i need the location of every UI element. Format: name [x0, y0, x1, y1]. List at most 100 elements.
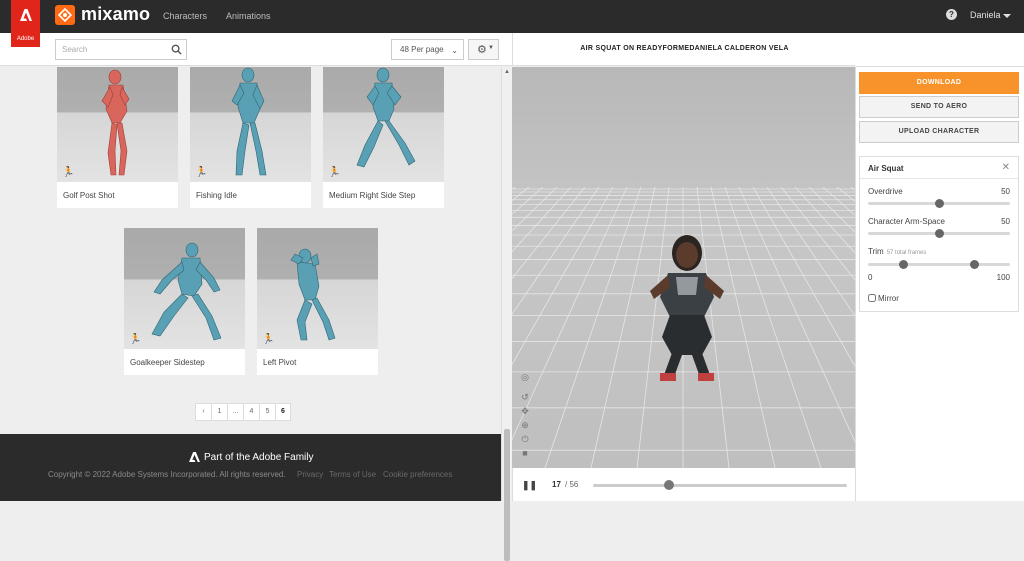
chevron-down-icon: ⌄ — [451, 46, 458, 55]
power-icon[interactable]: ⏻ — [519, 434, 531, 446]
character-figure — [151, 242, 222, 341]
animation-label: Medium Right Side Step — [329, 191, 416, 200]
user-menu[interactable]: Daniela — [970, 10, 1001, 20]
terms-link[interactable]: Terms of Use — [329, 470, 376, 479]
nav-characters[interactable]: Characters — [163, 11, 207, 21]
search-icon[interactable] — [171, 44, 182, 55]
pause-icon[interactable]: ❚❚ — [522, 480, 537, 491]
nav-animations[interactable]: Animations — [226, 11, 271, 21]
animation-label: Golf Post Shot — [63, 191, 115, 200]
3d-viewport[interactable] — [512, 67, 855, 468]
right-panel-header — [855, 33, 1024, 67]
footer: Part of the Adobe Family Copyright © 202… — [0, 434, 501, 501]
viewer-title: AIR SQUAT ON READYFORMEDANIELA CALDERON … — [580, 45, 789, 52]
video-icon[interactable]: ■ — [519, 448, 531, 460]
upload-character-button[interactable]: UPLOAD CHARACTER — [859, 121, 1019, 143]
animation-card-medium-right-side-step[interactable]: 🏃 Medium Right Side Step — [323, 67, 444, 208]
playback-bar: ❚❚ 17 / 56 — [512, 468, 855, 501]
running-figure-icon: 🏃 — [262, 334, 275, 345]
overdrive-slider-handle[interactable] — [934, 199, 944, 208]
animation-settings-panel: Air Squat ✕ Overdrive 50 Character Arm-S… — [859, 156, 1019, 312]
animation-card-fishing-idle[interactable]: 🏃 Fishing Idle — [190, 67, 311, 208]
arm-space-slider-handle[interactable] — [934, 229, 944, 238]
adobe-logo-icon — [20, 9, 32, 21]
mixamo-logo-icon[interactable] — [55, 5, 75, 25]
adobe-label: Adobe — [16, 36, 35, 42]
camera-icon[interactable]: ◎ — [519, 372, 531, 384]
trim-start-handle[interactable] — [899, 260, 908, 269]
animation-card-golf-post-shot[interactable]: 🏃 Golf Post Shot — [57, 67, 178, 208]
trim-max-value: 100 — [996, 273, 1010, 282]
arm-space-value: 50 — [1001, 217, 1010, 226]
settings-dropdown-button[interactable]: ⚙ ▼ — [468, 39, 499, 60]
overdrive-label: Overdrive — [868, 187, 903, 196]
top-bar: Adobe mixamo Characters Animations ? Dan… — [0, 0, 1024, 47]
playback-track[interactable] — [593, 484, 847, 487]
pagination: ‹ 1 ... 4 5 6 — [195, 403, 291, 421]
page-4-button[interactable]: 4 — [243, 403, 259, 421]
cookie-preferences-link[interactable]: Cookie preferences — [383, 470, 452, 479]
copyright-text: Copyright © 2022 Adobe Systems Incorpora… — [48, 470, 286, 479]
animation-label: Goalkeeper Sidestep — [130, 358, 205, 367]
adobe-logo[interactable]: Adobe — [11, 0, 40, 47]
help-icon[interactable]: ? — [946, 9, 957, 20]
animation-thumbnail[interactable]: 🏃 — [57, 67, 178, 182]
per-page-value: 48 Per page — [400, 45, 444, 54]
animation-thumbnail[interactable]: 🏃 — [124, 228, 245, 349]
page-5-button[interactable]: 5 — [259, 403, 275, 421]
scroll-up-icon[interactable]: ▲ — [504, 69, 510, 75]
trim-label: Trim 57 total frames — [868, 247, 926, 256]
animation-grid: 🏃 Golf Post Shot 🏃 Fishing Idle 🏃 Medium… — [0, 67, 500, 434]
zoom-icon[interactable]: ⊕ — [519, 420, 531, 432]
character-figure — [290, 248, 336, 341]
mirror-option[interactable]: Mirror — [868, 294, 899, 303]
trim-slider-track[interactable] — [868, 263, 1010, 266]
prev-page-button[interactable]: ‹ — [195, 403, 211, 421]
animation-card-left-pivot[interactable]: 🏃 Left Pivot — [257, 228, 378, 375]
viewer-header: AIR SQUAT ON READYFORMEDANIELA CALDERON … — [512, 33, 855, 66]
animation-label: Fishing Idle — [196, 191, 237, 200]
page-1-button[interactable]: 1 — [211, 403, 227, 421]
running-figure-icon: 🏃 — [129, 334, 142, 345]
caret-down-icon[interactable] — [1003, 14, 1011, 18]
download-button[interactable]: DOWNLOAD — [859, 72, 1019, 94]
animation-card-goalkeeper-sidestep[interactable]: 🏃 Goalkeeper Sidestep — [124, 228, 245, 375]
trim-end-handle[interactable] — [970, 260, 979, 269]
current-frame: 17 — [552, 480, 561, 489]
rotate-icon[interactable]: ↺ — [519, 392, 531, 404]
animation-label: Left Pivot — [263, 358, 297, 367]
move-icon[interactable]: ✥ — [519, 406, 531, 418]
trim-min-value: 0 — [868, 273, 873, 282]
running-figure-icon: 🏃 — [195, 167, 208, 178]
page-ellipsis: ... — [227, 403, 243, 421]
animation-thumbnail[interactable]: 🏃 — [257, 228, 378, 349]
search-input[interactable] — [56, 40, 166, 59]
character-model — [650, 235, 724, 381]
caret-down-icon: ▼ — [488, 45, 494, 51]
adobe-family-text: Part of the Adobe Family — [204, 452, 314, 463]
arm-space-label: Character Arm-Space — [868, 217, 945, 226]
character-figure — [356, 67, 416, 168]
page-6-button[interactable]: 6 — [275, 403, 291, 421]
close-icon[interactable]: ✕ — [1002, 162, 1010, 173]
animation-thumbnail[interactable]: 🏃 — [190, 67, 311, 182]
running-figure-icon: 🏃 — [328, 167, 341, 178]
character-figure — [231, 67, 267, 176]
mirror-checkbox[interactable] — [868, 294, 876, 302]
search-toolbar: 48 Per page ⌄ ⚙ ▼ — [0, 33, 512, 66]
per-page-select[interactable]: 48 Per page ⌄ — [391, 39, 464, 60]
running-figure-icon: 🏃 — [62, 167, 75, 178]
send-to-aero-button[interactable]: SEND TO AERO — [859, 96, 1019, 118]
adobe-logo-icon — [189, 452, 200, 462]
character-figure — [101, 69, 130, 176]
gear-icon: ⚙ — [477, 44, 487, 56]
scrollbar-thumb[interactable] — [504, 429, 510, 561]
animation-thumbnail[interactable]: 🏃 — [323, 67, 444, 182]
search-box — [55, 39, 187, 60]
privacy-link[interactable]: Privacy — [297, 470, 323, 479]
trim-label-text: Trim — [868, 247, 884, 256]
mixamo-logo-text[interactable]: mixamo — [81, 4, 150, 25]
playback-handle[interactable] — [664, 480, 675, 490]
settings-header: Air Squat ✕ — [860, 157, 1018, 179]
scrollbar[interactable]: ▲ — [501, 67, 512, 561]
